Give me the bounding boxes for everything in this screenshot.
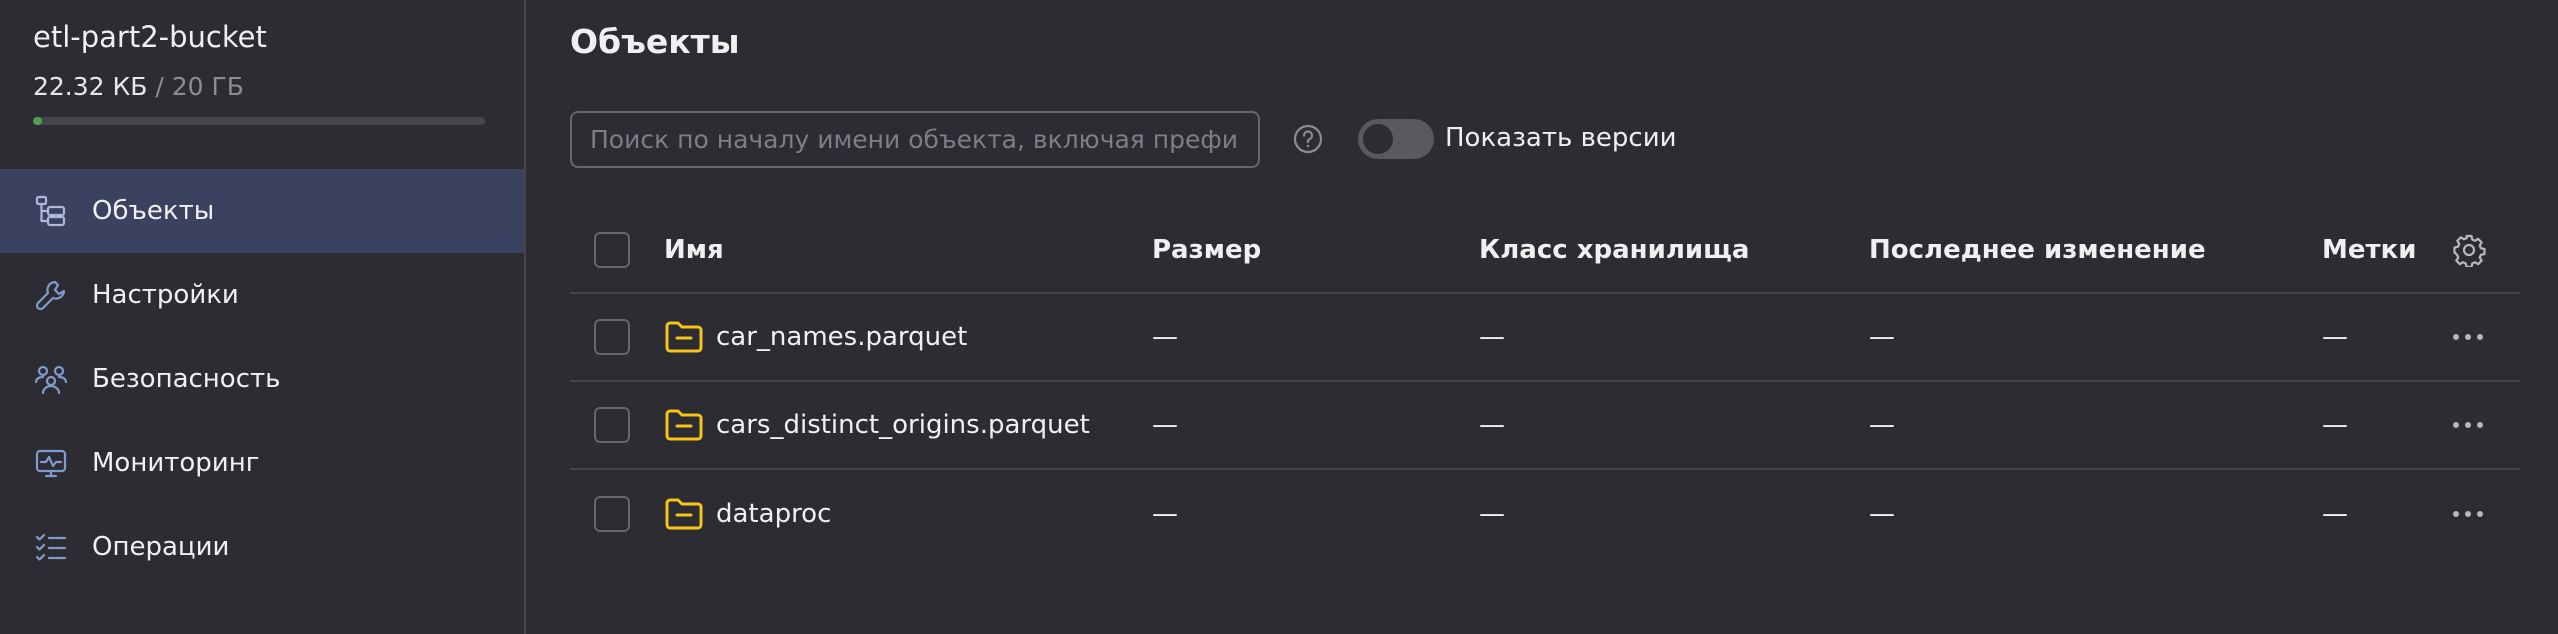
usage-used: 22.32 КБ: [33, 72, 148, 101]
object-size: —: [1152, 499, 1178, 529]
users-icon: [34, 362, 68, 396]
objects-icon: [34, 194, 68, 228]
sidebar-item-label: Настройки: [92, 280, 239, 310]
page-title: Объекты: [570, 22, 740, 61]
show-versions-toggle[interactable]: [1358, 119, 1434, 159]
sidebar-item-security[interactable]: Безопасность: [0, 337, 524, 421]
sidebar-item-settings[interactable]: Настройки: [0, 253, 524, 337]
usage-progress-fill: [33, 117, 43, 125]
object-modified: —: [1869, 499, 1895, 529]
table-header: Имя Размер Класс хранилища Последнее изм…: [570, 208, 2520, 294]
folder-icon: [665, 409, 703, 441]
help-icon[interactable]: [1292, 123, 1324, 155]
sidebar-item-label: Объекты: [92, 196, 215, 226]
object-tags: —: [2322, 499, 2348, 529]
search-input[interactable]: [570, 111, 1260, 168]
sidebar-item-label: Операции: [92, 532, 230, 562]
table-row[interactable]: car_names.parquet — — — —: [570, 294, 2520, 382]
select-all-checkbox[interactable]: [594, 232, 630, 268]
row-checkbox[interactable]: [594, 407, 630, 443]
column-header-tags[interactable]: Метки: [2322, 235, 2416, 265]
sidebar-nav: Объекты Настройки Безопасность Мониторин…: [0, 169, 524, 589]
usage-total: 20 ГБ: [171, 72, 244, 101]
bucket-name: etl-part2-bucket: [33, 20, 267, 54]
more-actions-icon[interactable]: [2450, 415, 2486, 435]
table-row[interactable]: cars_distinct_origins.parquet — — — —: [570, 382, 2520, 470]
usage-separator: /: [147, 72, 172, 101]
more-actions-icon[interactable]: [2450, 504, 2486, 524]
object-tags: —: [2322, 322, 2348, 352]
objects-table: Имя Размер Класс хранилища Последнее изм…: [570, 208, 2520, 558]
object-size: —: [1152, 410, 1178, 440]
gear-icon[interactable]: [2452, 233, 2486, 267]
column-header-size[interactable]: Размер: [1152, 235, 1261, 265]
column-header-class[interactable]: Класс хранилища: [1479, 235, 1749, 265]
sidebar-item-label: Мониторинг: [92, 448, 260, 478]
object-name-link[interactable]: cars_distinct_origins.parquet: [716, 410, 1090, 440]
list-check-icon: [34, 530, 68, 564]
row-checkbox[interactable]: [594, 496, 630, 532]
storage-usage: 22.32 КБ / 20 ГБ: [33, 72, 244, 101]
object-storage-class: —: [1479, 410, 1505, 440]
object-modified: —: [1869, 410, 1895, 440]
object-storage-class: —: [1479, 322, 1505, 352]
sidebar-item-operations[interactable]: Операции: [0, 505, 524, 589]
column-header-modified[interactable]: Последнее изменение: [1869, 235, 2206, 265]
sidebar-item-label: Безопасность: [92, 364, 281, 394]
sidebar-item-objects[interactable]: Объекты: [0, 169, 524, 253]
object-modified: —: [1869, 322, 1895, 352]
toggle-knob: [1363, 124, 1393, 154]
more-actions-icon[interactable]: [2450, 327, 2486, 347]
monitor-icon: [34, 446, 68, 480]
wrench-icon: [34, 278, 68, 312]
object-storage-class: —: [1479, 499, 1505, 529]
sidebar-item-monitoring[interactable]: Мониторинг: [0, 421, 524, 505]
folder-icon: [665, 498, 703, 530]
main-content: Объекты Показать версии Имя Размер Класс…: [528, 0, 2558, 634]
object-name-link[interactable]: dataproc: [716, 499, 831, 529]
object-size: —: [1152, 322, 1178, 352]
sidebar: etl-part2-bucket 22.32 КБ / 20 ГБ Объект…: [0, 0, 526, 634]
object-name-link[interactable]: car_names.parquet: [716, 322, 967, 352]
row-checkbox[interactable]: [594, 319, 630, 355]
show-versions-label: Показать версии: [1445, 123, 1677, 153]
column-header-name[interactable]: Имя: [664, 235, 724, 265]
table-row[interactable]: dataproc — — — —: [570, 470, 2520, 558]
usage-progress-bar: [33, 117, 485, 125]
folder-icon: [665, 321, 703, 353]
object-tags: —: [2322, 410, 2348, 440]
